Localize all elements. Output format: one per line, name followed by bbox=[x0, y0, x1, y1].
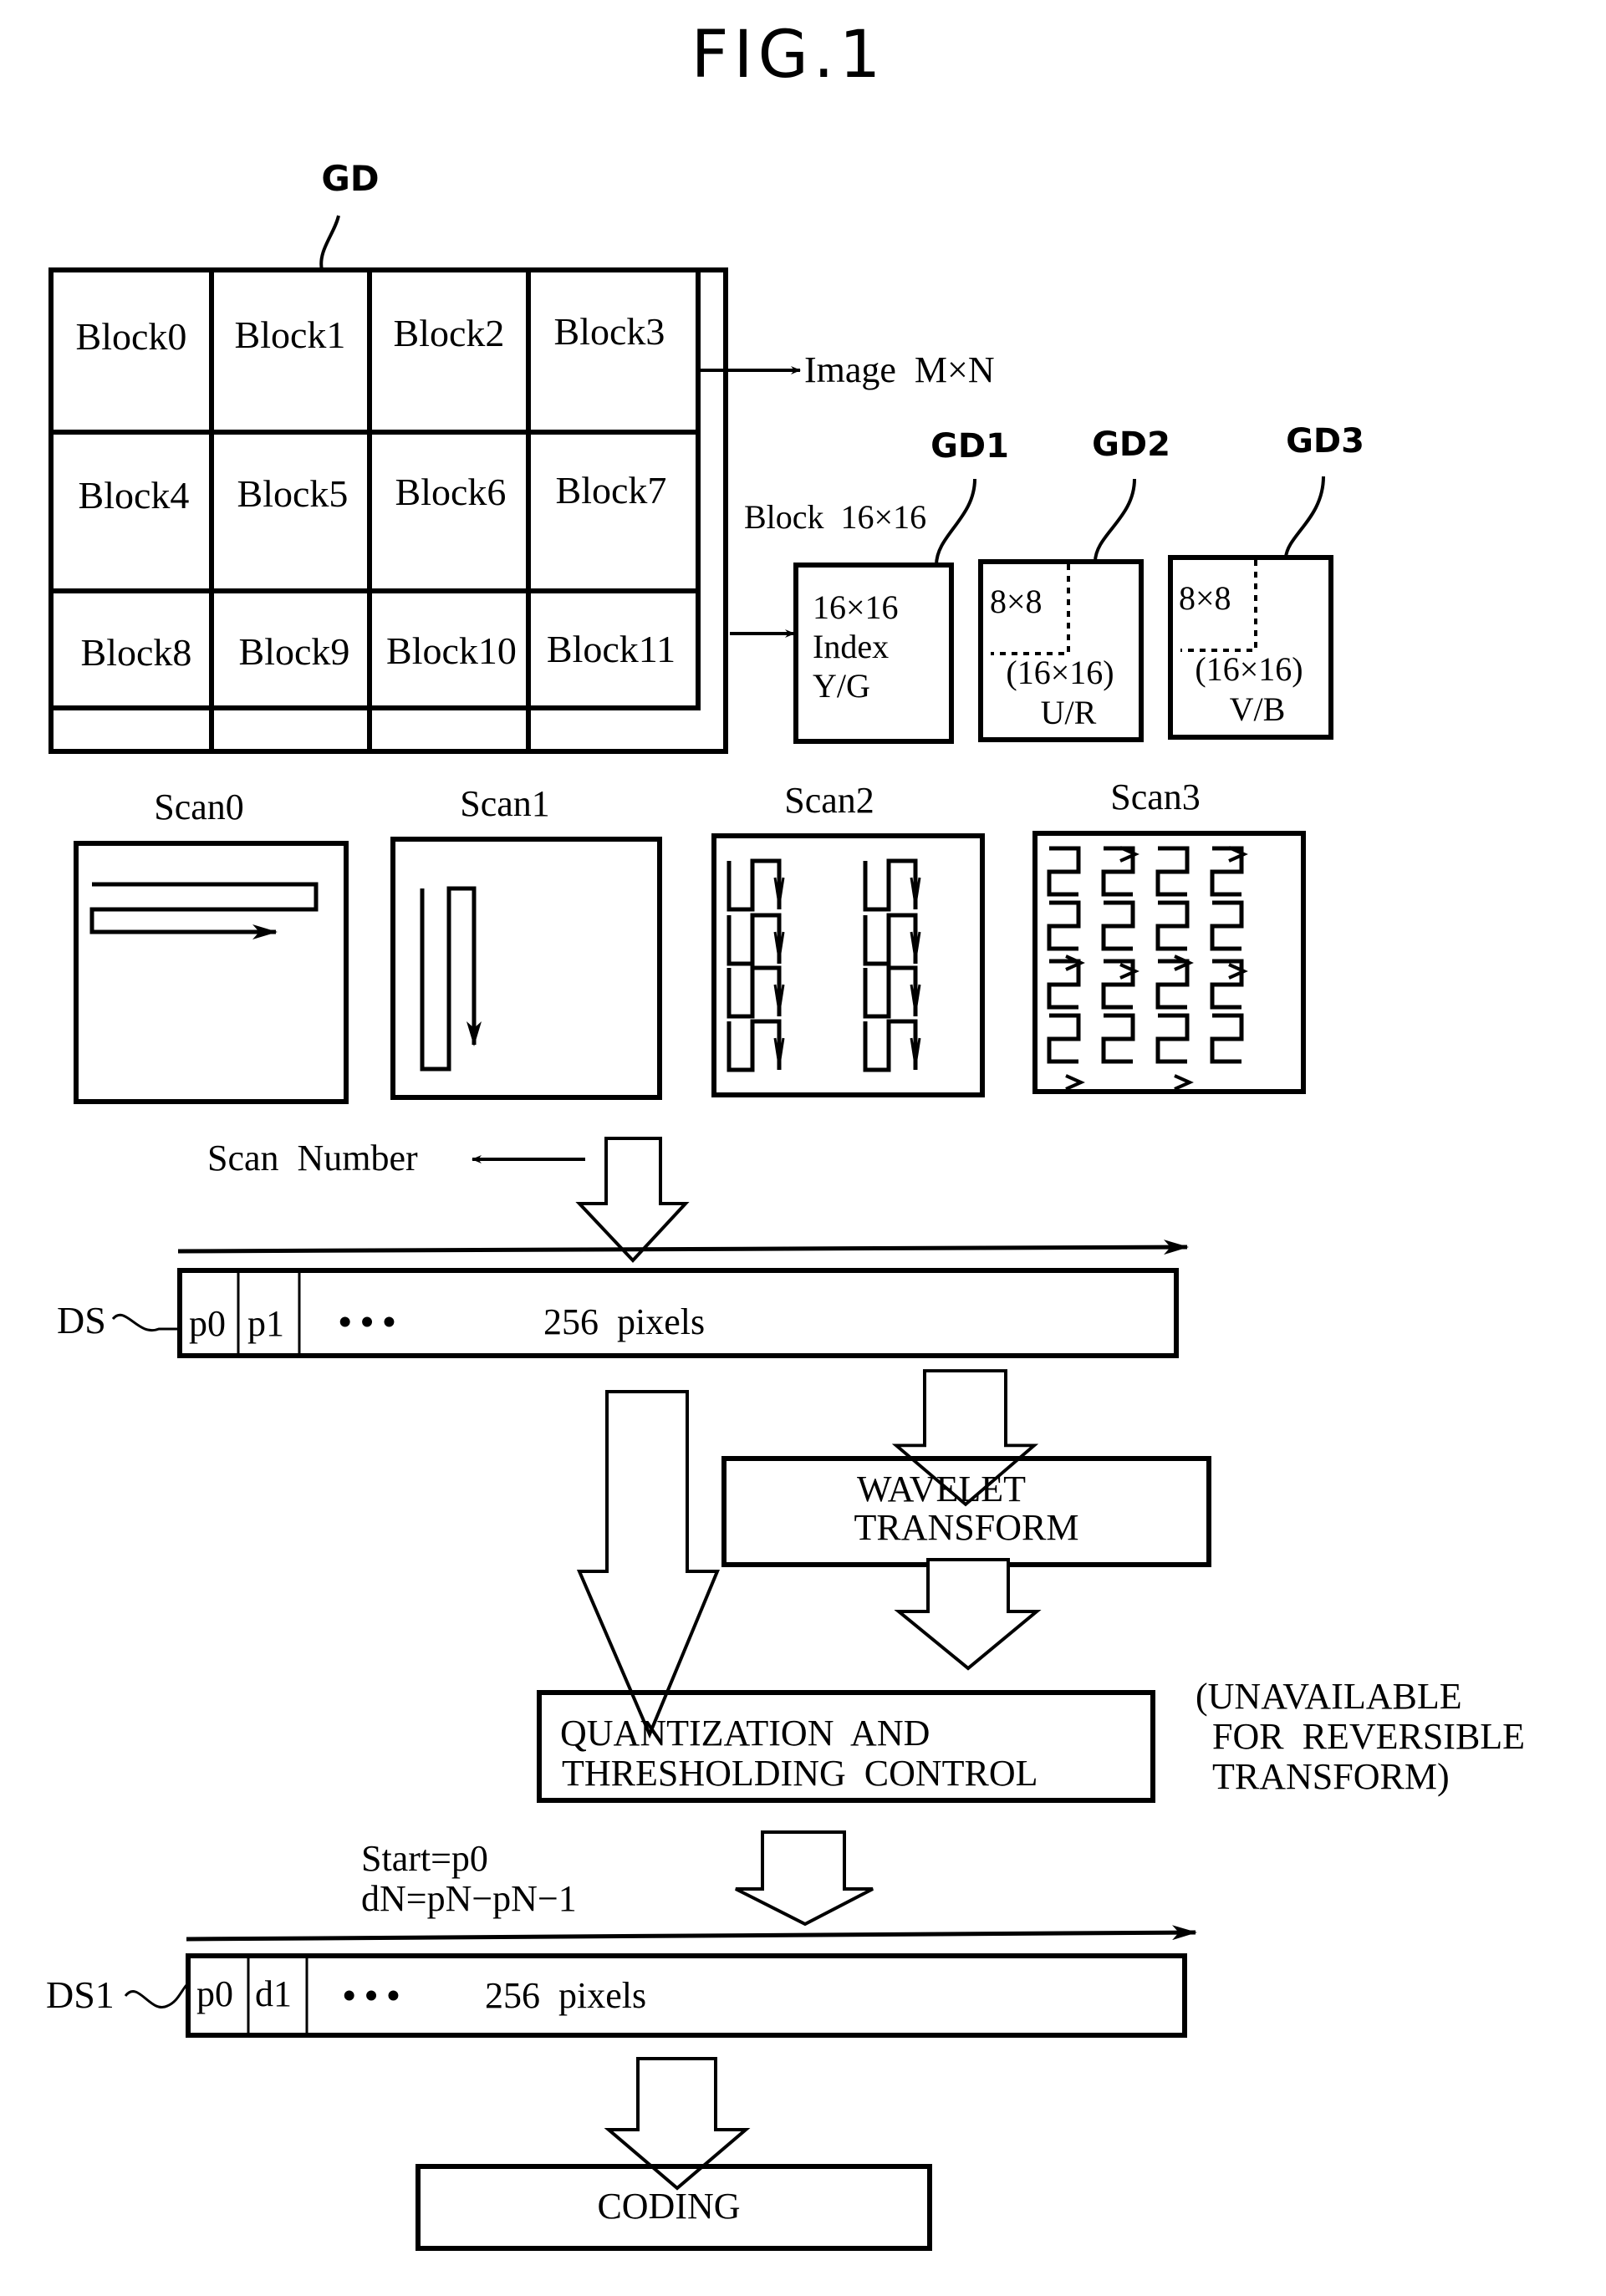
scan2-label: Scan2 bbox=[784, 780, 874, 821]
scan3-path bbox=[1047, 1013, 1081, 1064]
scan0-diagram bbox=[74, 841, 349, 1104]
wavelet-text: WAVELET bbox=[857, 1469, 1026, 1509]
scan2-path bbox=[863, 858, 918, 912]
block-label: Block9 bbox=[239, 630, 350, 673]
scan3-path bbox=[1155, 1013, 1190, 1064]
gd3-text: (16×16) bbox=[1195, 650, 1303, 688]
down-arrow bbox=[894, 1558, 1042, 1671]
ds-leader bbox=[111, 1313, 178, 1332]
scan3-path bbox=[1210, 846, 1244, 897]
scan3-path bbox=[1155, 959, 1190, 1010]
scan3-path bbox=[1047, 959, 1081, 1010]
scan3-path bbox=[1101, 846, 1135, 897]
gd3-subblock-label: 8×8 bbox=[1179, 579, 1231, 617]
scan3-path bbox=[1210, 1013, 1244, 1064]
scan3-path bbox=[1155, 846, 1190, 897]
scan3-path bbox=[1047, 846, 1081, 897]
ds-pixel-count: 256 pixels bbox=[543, 1301, 705, 1342]
scan2-diagram bbox=[711, 833, 985, 1097]
difference-formula: dN=pN−pN−1 bbox=[361, 1878, 577, 1919]
gd-leader-line bbox=[319, 215, 340, 271]
scan2-path bbox=[727, 913, 782, 966]
scan3-path bbox=[1155, 900, 1190, 951]
gd2-text: (16×16) bbox=[1006, 654, 1114, 691]
scan3-diagram bbox=[1032, 831, 1306, 1094]
gd2-leader-line bbox=[1094, 478, 1136, 563]
gd2-label: GD2 bbox=[1092, 425, 1170, 464]
gd2-text: U/R bbox=[1041, 694, 1097, 731]
scan3-label: Scan3 bbox=[1110, 776, 1201, 817]
gd2-subblock-label: 8×8 bbox=[990, 583, 1043, 620]
image-size-label: Image M×N bbox=[804, 349, 995, 390]
down-arrow bbox=[735, 1830, 874, 1927]
ds-label: DS bbox=[57, 1299, 106, 1341]
block-label: Block0 bbox=[76, 315, 187, 358]
ds1-data-stream bbox=[186, 1953, 1187, 2038]
reversible-note: (UNAVAILABLE bbox=[1196, 1676, 1462, 1717]
scan3-arrow bbox=[1065, 1074, 1085, 1091]
gd1-label: GD1 bbox=[930, 427, 1009, 466]
block-label: Block3 bbox=[554, 310, 665, 353]
scan2-path bbox=[863, 1019, 918, 1072]
scan3-arrow bbox=[1174, 1074, 1194, 1091]
bypass-down-arrow bbox=[576, 1390, 720, 1739]
ds1-leader bbox=[124, 1984, 188, 2009]
scan2-path bbox=[863, 965, 918, 1019]
start-formula: Start=p0 bbox=[361, 1838, 488, 1879]
block-label: Block4 bbox=[79, 474, 190, 517]
ds1-cell: p0 bbox=[196, 1973, 233, 2014]
block-label: Block6 bbox=[395, 471, 507, 513]
ds-ellipsis: • • • bbox=[339, 1301, 395, 1342]
block-label: Block7 bbox=[556, 469, 667, 512]
reversible-note: FOR REVERSIBLE bbox=[1212, 1716, 1525, 1757]
down-arrow bbox=[575, 1137, 690, 1263]
scan3-path bbox=[1210, 900, 1244, 951]
scan1-label: Scan1 bbox=[460, 783, 550, 824]
scan-number-label: Scan Number bbox=[207, 1138, 418, 1179]
quantization-text: THRESHOLDING CONTROL bbox=[562, 1753, 1038, 1794]
reversible-note: TRANSFORM) bbox=[1212, 1756, 1450, 1797]
gd3-text: V/B bbox=[1230, 690, 1286, 728]
scan3-path bbox=[1101, 1013, 1135, 1064]
scan2-path bbox=[727, 858, 782, 912]
diagram-canvas: FIG.1 GD Block0 Block1 Block2 Block3 Blo… bbox=[46, 18, 1525, 2251]
gd1-text: 16×16 bbox=[813, 588, 899, 626]
ds1-ellipsis: • • • bbox=[343, 1975, 400, 2016]
gd3-label: GD3 bbox=[1286, 422, 1364, 461]
ds1-direction-arrow bbox=[186, 1925, 1197, 1942]
scan2-path bbox=[727, 1019, 782, 1072]
scan3-path bbox=[1101, 900, 1135, 951]
scan1-diagram bbox=[390, 837, 662, 1100]
block-label: Block1 bbox=[235, 313, 346, 356]
block-label: Block5 bbox=[237, 472, 349, 515]
gd1-text: Y/G bbox=[813, 667, 870, 705]
ds1-cell: d1 bbox=[255, 1973, 292, 2014]
quantization-text: QUANTIZATION AND bbox=[560, 1713, 930, 1754]
block-label: Block11 bbox=[547, 628, 676, 670]
block-label: Block8 bbox=[81, 631, 192, 674]
wavelet-text: TRANSFORM bbox=[854, 1507, 1079, 1548]
ds1-pixel-count: 256 pixels bbox=[485, 1975, 646, 2016]
block-label: Block2 bbox=[394, 312, 505, 354]
ds1-label: DS1 bbox=[46, 1973, 115, 2016]
scan2-path bbox=[863, 913, 918, 966]
block-label: Block10 bbox=[386, 629, 517, 672]
gd1-text: Index bbox=[813, 628, 889, 665]
figure-title: FIG.1 bbox=[691, 18, 886, 93]
block-size-label: Block 16×16 bbox=[744, 498, 926, 536]
scan2-path bbox=[727, 965, 782, 1019]
gd-label: GD bbox=[321, 158, 379, 199]
gd1-leader-line bbox=[935, 478, 976, 566]
ds-cell: p1 bbox=[247, 1303, 284, 1344]
scan3-path bbox=[1047, 900, 1081, 951]
gd3-leader-line bbox=[1284, 476, 1325, 558]
ds-cell: p0 bbox=[189, 1303, 226, 1344]
coding-text: CODING bbox=[597, 2186, 740, 2227]
scan0-label: Scan0 bbox=[154, 787, 244, 827]
ds-direction-arrow bbox=[177, 1240, 1189, 1255]
